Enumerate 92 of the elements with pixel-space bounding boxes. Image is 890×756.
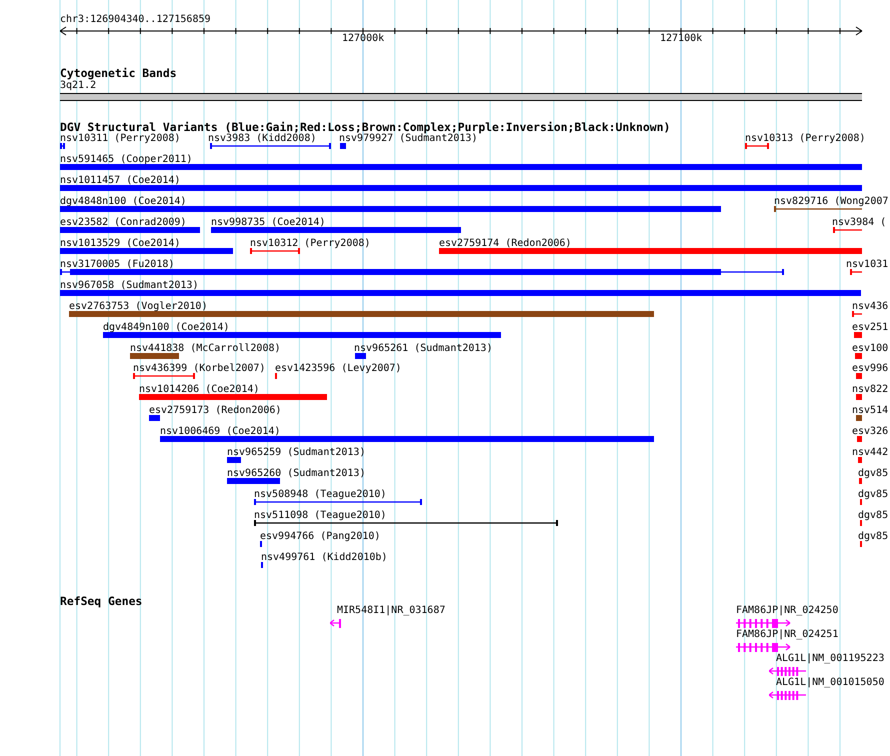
variant-bar[interactable] [227, 457, 241, 464]
variant-label[interactable]: dgv4848n100 (Coe2014) [60, 196, 186, 208]
variant-bar[interactable] [149, 415, 160, 422]
variant-label[interactable]: esv326 [852, 426, 888, 438]
track-title: DGV Structural Variants (Blue:Gain;Red:Loss;Brown:Complex;Purple:Inversion;Black:Unknown) [60, 121, 670, 134]
variant-bar[interactable] [859, 478, 862, 484]
variant-label[interactable]: nsv3170005 (Fu2018) [60, 258, 174, 271]
variant-span[interactable] [210, 143, 331, 149]
variant-bar[interactable] [854, 332, 862, 338]
variant-bar[interactable] [130, 352, 179, 358]
variant-bar[interactable] [60, 226, 200, 233]
variant-bar[interactable] [355, 352, 366, 358]
tick-label: 127000k [342, 33, 384, 45]
variant-label[interactable]: nsv10311 (Perry2008) [60, 133, 180, 145]
gene-model-drawing[interactable] [330, 618, 342, 628]
variant-label[interactable]: nsv822 [852, 384, 888, 396]
variant-label[interactable]: nsv10313 (Perry2008) [745, 133, 866, 145]
gene-label[interactable]: FAM86JP|NR_024250 [736, 605, 838, 617]
variant-label[interactable]: dgv85 [858, 468, 888, 480]
variant-label[interactable]: nsv436399 (Korbel2007) [133, 363, 266, 376]
variant-bar[interactable] [69, 310, 654, 317]
variant-bar[interactable] [856, 394, 862, 400]
gene-model-drawing[interactable] [736, 618, 791, 628]
variant-bar[interactable] [60, 206, 721, 212]
variant-label[interactable]: esv100 [852, 342, 888, 354]
variant-label[interactable]: nsv965259 (Sudmant2013) [227, 447, 366, 460]
variant-label[interactable]: nsv829716 (Wong2007 [774, 196, 888, 208]
variant-label[interactable]: dgv85 [858, 510, 888, 522]
gene-model-drawing[interactable] [736, 642, 791, 652]
variant-label[interactable]: nsv442 [852, 447, 888, 460]
variant-label[interactable]: nsv967058 (Sudmant2013) [60, 280, 198, 292]
variant-label[interactable]: nsv10312 (Perry2008) [250, 238, 370, 250]
variant-label[interactable]: esv1423596 (Levy2007) [275, 363, 402, 376]
band-label: 3q21.2 [60, 80, 96, 92]
variant-label[interactable]: nsv965261 (Sudmant2013) [354, 342, 492, 354]
variant-bar[interactable] [60, 248, 233, 254]
gene-label[interactable]: ALG1L|NM_001195223 [776, 653, 884, 665]
gene-model-drawing[interactable] [769, 666, 807, 676]
variant-bar[interactable] [855, 352, 862, 358]
gene-label[interactable]: MIR548I1|NR_031687 [337, 605, 446, 617]
variant-label[interactable]: nsv1013529 (Coe2014) [60, 238, 180, 250]
variant-label[interactable]: esv996 [852, 363, 888, 376]
variant-label[interactable]: dgv85 [858, 489, 888, 502]
variant-label[interactable]: dgv85 [858, 531, 888, 544]
variant-bar[interactable] [60, 268, 784, 275]
variant-label[interactable]: nsv979927 (Sudmant2013) [339, 133, 478, 145]
gene-label[interactable]: FAM86JP|NR_024251 [736, 629, 838, 641]
variant-label[interactable]: nsv508948 (Teague2010) [254, 489, 386, 502]
variant-span[interactable] [254, 499, 422, 506]
variant-bar[interactable] [227, 478, 280, 484]
track-title: Cytogenetic Bands [60, 67, 177, 80]
variant-label[interactable]: esv2759174 (Redon2006) [439, 238, 572, 250]
variant-label[interactable]: nsv1011457 (Coe2014) [60, 174, 180, 187]
variant-bar[interactable] [60, 184, 862, 191]
gene-label[interactable]: ALG1L|NM_001015050 [776, 677, 884, 689]
variant-label[interactable]: dgv4849n100 (Coe2014) [103, 322, 230, 334]
variant-label[interactable]: nsv3984 ( [832, 216, 886, 229]
variant-bar[interactable] [103, 332, 501, 338]
region-label: chr3:126904340..127156859 [60, 14, 211, 26]
variant-span[interactable] [60, 143, 65, 149]
variant-label[interactable]: nsv1031 [846, 258, 888, 271]
variant-bar[interactable] [160, 436, 654, 442]
variant-label[interactable]: nsv1006469 (Coe2014) [160, 426, 280, 438]
variant-bar[interactable] [60, 290, 861, 296]
variant-label[interactable]: esv994766 (Pang2010) [260, 531, 380, 544]
variant-bar[interactable] [856, 415, 862, 422]
variant-bar[interactable] [60, 164, 862, 170]
variant-label[interactable]: nsv965260 (Sudmant2013) [227, 468, 366, 480]
variant-label[interactable]: nsv511098 (Teague2010) [254, 510, 386, 522]
variant-label[interactable]: esv23582 (Conrad2009) [60, 216, 186, 229]
variant-bar[interactable] [211, 226, 461, 233]
variant-bar[interactable] [439, 248, 862, 254]
gene-model-drawing[interactable] [769, 690, 807, 700]
variant-label[interactable]: esv2763753 (Vogler2010) [69, 300, 208, 313]
variant-label[interactable]: nsv441838 (McCarroll2008) [130, 342, 281, 354]
variant-label[interactable]: nsv591465 (Cooper2011) [60, 154, 192, 166]
variant-bar[interactable] [856, 373, 862, 380]
variant-label[interactable]: nsv1014206 (Coe2014) [139, 384, 260, 396]
variant-label[interactable]: nsv436 [852, 300, 888, 313]
variant-label[interactable]: nsv998735 (Coe2014) [211, 216, 326, 229]
variant-bar[interactable] [857, 436, 862, 442]
variant-label[interactable]: esv2759173 (Redon2006) [149, 405, 282, 418]
variant-bar[interactable] [139, 394, 327, 400]
tick-label: 127100k [660, 33, 702, 45]
track-title: RefSeq Genes [60, 595, 142, 608]
variant-label[interactable]: nsv3983 (Kidd2008) [208, 133, 316, 145]
variant-span[interactable] [254, 520, 558, 526]
variant-bar[interactable] [858, 457, 862, 464]
variant-label[interactable]: nsv499761 (Kidd2010b) [261, 552, 388, 564]
variant-label[interactable]: nsv514 [852, 405, 888, 418]
variant-label[interactable]: esv251 [852, 322, 888, 334]
variant-span[interactable] [774, 206, 863, 212]
